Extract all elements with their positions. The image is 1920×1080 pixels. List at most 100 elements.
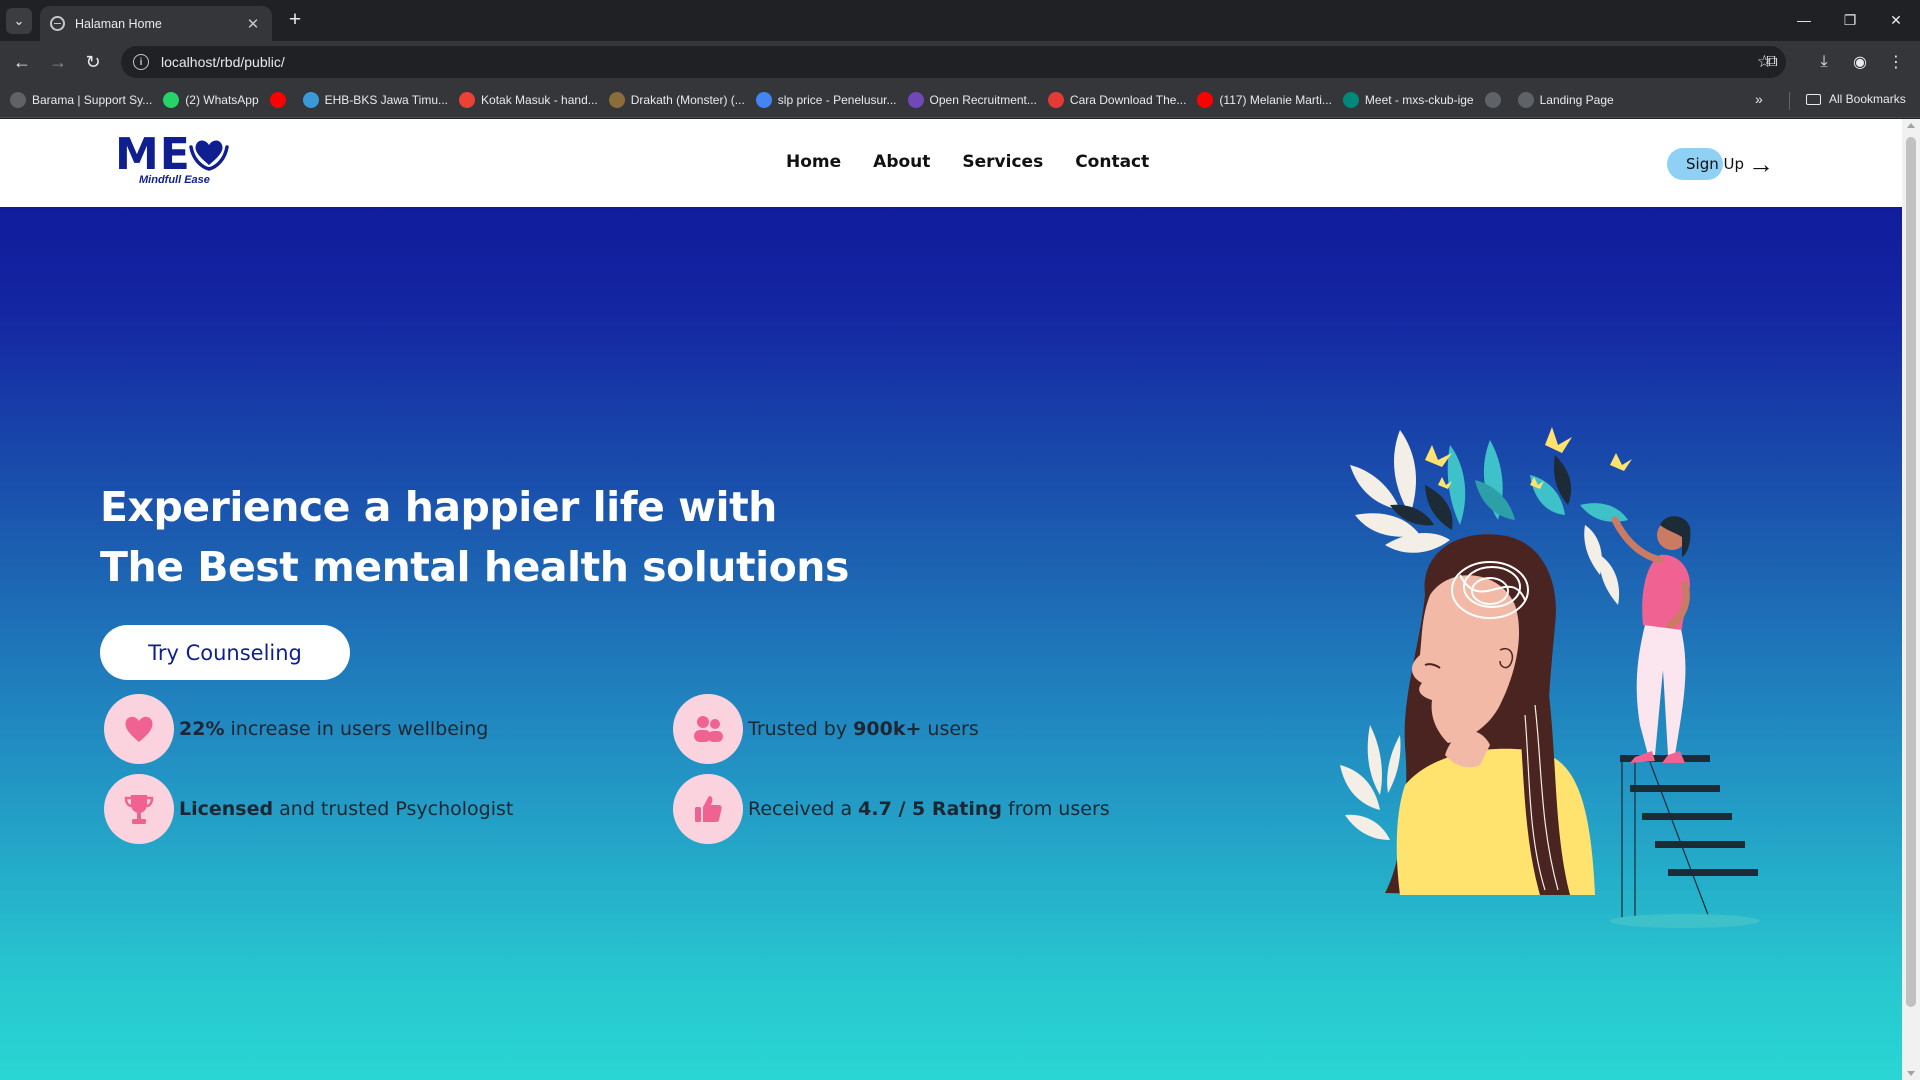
bookmark-label: (2) WhatsApp xyxy=(185,93,259,107)
address-bar[interactable]: i localhost/rbd/public/ ☆ xyxy=(121,46,1786,78)
globe-icon xyxy=(1484,92,1501,108)
site-header: ME Mindfull Ease Home About Services Con… xyxy=(0,119,1902,207)
nav-services[interactable]: Services xyxy=(962,152,1043,172)
restore-button[interactable]: ❐ xyxy=(1827,4,1873,36)
stairs xyxy=(1620,755,1758,876)
bookmark-label: Cara Download The... xyxy=(1069,93,1187,107)
heart-icon xyxy=(104,694,174,764)
reload-button[interactable]: ↻ xyxy=(79,48,107,76)
signup-button[interactable]: Sign Up → xyxy=(1667,148,1774,180)
stat-licensed: Licensed and trusted Psychologist xyxy=(104,774,513,844)
new-tab-button[interactable]: + xyxy=(282,8,308,34)
google-icon xyxy=(755,92,772,108)
bookmark-item[interactable]: Open Recruitment... xyxy=(907,92,1037,108)
tab-strip: ⌄ Halaman Home ✕ + — ❐ ✕ xyxy=(0,0,1920,41)
bookmark-label: EHB-BKS Jawa Timu... xyxy=(324,93,449,107)
stat-wellbeing: 22% increase in users wellbeing xyxy=(104,694,488,764)
bookmark-label: slp price - Penelusur... xyxy=(777,93,897,107)
users-icon xyxy=(673,694,743,764)
bookmark-label: Open Recruitment... xyxy=(929,93,1037,107)
bookmark-item[interactable]: Drakath (Monster) (... xyxy=(608,92,745,108)
trophy-icon xyxy=(104,774,174,844)
scrollbar-thumb[interactable] xyxy=(1906,137,1916,1007)
page-viewport: ME Mindfull Ease Home About Services Con… xyxy=(0,119,1902,1080)
bookmark-label: Barama | Support Sy... xyxy=(32,93,153,107)
profile-icon[interactable]: ◉ xyxy=(1848,50,1872,74)
youtube-icon xyxy=(269,92,286,108)
signup-label: Sign Up xyxy=(1686,155,1744,173)
site-icon xyxy=(302,92,319,108)
bookmark-item[interactable]: EHB-BKS Jawa Timu... xyxy=(302,92,449,108)
folder-icon xyxy=(1806,93,1821,105)
active-tab[interactable]: Halaman Home ✕ xyxy=(40,6,272,41)
close-window-button[interactable]: ✕ xyxy=(1873,4,1919,36)
tab-search-button[interactable]: ⌄ xyxy=(6,8,32,34)
download-icon[interactable]: ⤓ xyxy=(1812,50,1836,74)
nav-about[interactable]: About xyxy=(873,152,930,172)
bookmark-item[interactable]: Kotak Masuk - hand... xyxy=(459,92,598,108)
bookmark-label: Drakath (Monster) (... xyxy=(630,93,745,107)
forms-icon xyxy=(907,92,924,108)
hero-title-line-1: Experience a happier life with xyxy=(100,483,777,531)
stat-text: and trusted Psychologist xyxy=(273,798,514,820)
menu-icon[interactable]: ⋮ xyxy=(1884,50,1908,74)
nav-home[interactable]: Home xyxy=(786,152,841,172)
stat-text: users xyxy=(921,718,979,740)
more-bookmarks-button[interactable]: » xyxy=(1755,91,1763,107)
youtube-icon xyxy=(1197,92,1214,108)
stat-value: 900k+ xyxy=(853,718,922,740)
arrow-right-icon: → xyxy=(1748,149,1774,179)
logo-text: ME xyxy=(115,129,191,180)
bookmark-item[interactable]: Meet - mxs-ckub-ige xyxy=(1342,92,1474,108)
bookmark-item[interactable]: Landing Page xyxy=(1517,92,1614,108)
whatsapp-icon xyxy=(163,92,180,108)
scroll-down-icon[interactable] xyxy=(1907,1071,1915,1076)
bookmark-label: Landing Page xyxy=(1539,93,1614,107)
all-bookmarks-label: All Bookmarks xyxy=(1829,92,1906,106)
tab-title: Halaman Home xyxy=(75,16,162,31)
nav-contact[interactable]: Contact xyxy=(1075,152,1149,172)
site-icon xyxy=(1047,92,1064,108)
logo-heart-hands-icon xyxy=(189,140,229,171)
bookmark-label: Kotak Masuk - hand... xyxy=(481,93,598,107)
stat-value: 22% xyxy=(179,718,225,740)
minimize-button[interactable]: — xyxy=(1781,4,1827,36)
globe-icon xyxy=(1517,92,1534,108)
globe-icon xyxy=(50,16,65,31)
stat-value: Licensed xyxy=(179,798,274,820)
extensions-icon[interactable]: ⧉ xyxy=(1760,50,1784,74)
try-counseling-button[interactable]: Try Counseling xyxy=(100,625,350,680)
url-text: localhost/rbd/public/ xyxy=(161,54,285,70)
forward-button[interactable]: → xyxy=(44,48,72,76)
scroll-up-icon[interactable] xyxy=(1907,123,1915,128)
gmail-icon xyxy=(459,92,476,108)
stat-rating: Received a 4.7 / 5 Rating from users xyxy=(673,774,1110,844)
logo-subtitle: Mindfull Ease xyxy=(139,174,210,186)
all-bookmarks-button[interactable]: All Bookmarks xyxy=(1806,92,1906,106)
page-scrollbar[interactable] xyxy=(1902,119,1920,1080)
bookmark-item[interactable]: Cara Download The... xyxy=(1047,92,1187,108)
hero-title-line-2: The Best mental health solutions xyxy=(100,543,849,591)
hero-title: Experience a happier life with The Best … xyxy=(100,477,849,597)
bookmarks-bar: Barama | Support Sy... (2) WhatsApp EHB-BK… xyxy=(0,83,1920,118)
bookmarks-divider xyxy=(1789,92,1790,110)
bookmark-item[interactable] xyxy=(1484,92,1507,108)
bookmark-item[interactable]: (117) Melanie Marti... xyxy=(1197,92,1332,108)
bookmark-label: (117) Melanie Marti... xyxy=(1219,93,1332,107)
site-logo[interactable]: ME Mindfull Ease xyxy=(115,133,235,187)
bookmark-item[interactable]: (2) WhatsApp xyxy=(163,92,259,108)
bookmark-item[interactable] xyxy=(269,92,292,108)
hero-section: Experience a happier life with The Best … xyxy=(0,207,1902,1080)
stat-prefix: Trusted by xyxy=(748,718,854,740)
close-tab-icon[interactable]: ✕ xyxy=(244,15,262,33)
site-info-icon[interactable]: i xyxy=(133,54,149,70)
stat-trusted-users: Trusted by 900k+ users xyxy=(673,694,979,764)
bookmark-item[interactable]: slp price - Penelusur... xyxy=(755,92,897,108)
back-button[interactable]: ← xyxy=(8,48,36,76)
meet-icon xyxy=(1342,92,1359,108)
woman-shirt xyxy=(1396,748,1595,895)
hero-illustration xyxy=(1340,427,1760,928)
bookmark-label: Meet - mxs-ckub-ige xyxy=(1364,93,1474,107)
bookmark-item[interactable]: Barama | Support Sy... xyxy=(10,92,152,108)
stat-value: 4.7 / 5 Rating xyxy=(858,798,1003,820)
